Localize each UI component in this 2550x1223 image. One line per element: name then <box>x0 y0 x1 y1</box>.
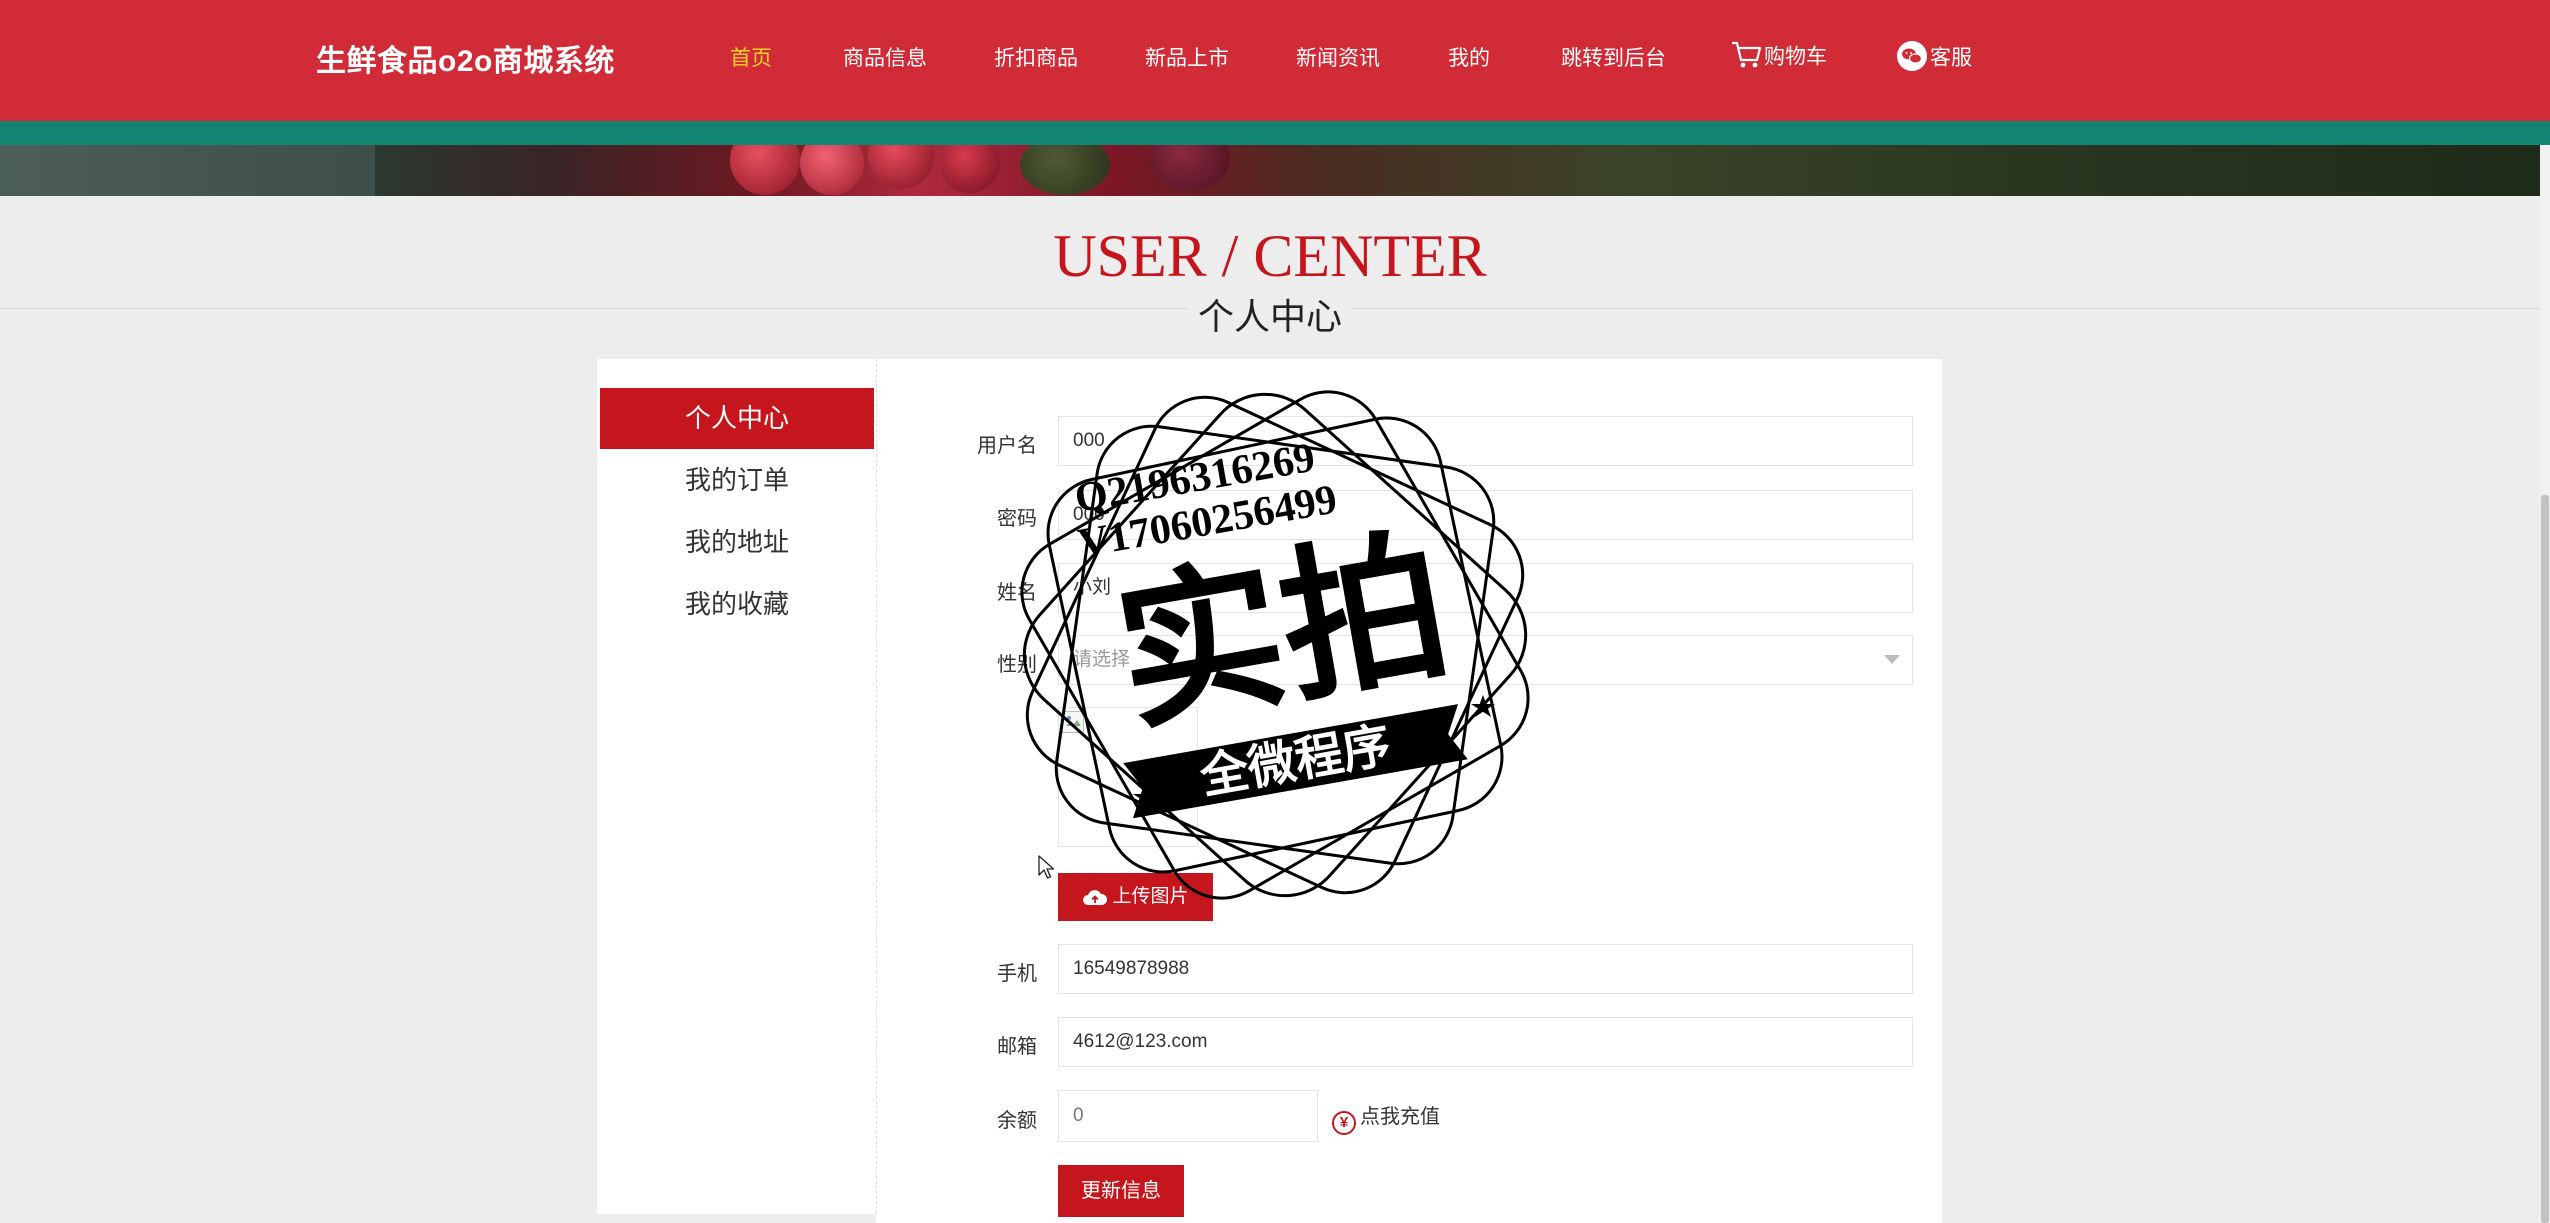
banner-left-photo <box>0 145 375 196</box>
site-brand[interactable]: 生鲜食品o2o商城系统 <box>316 36 615 80</box>
sidebar-item-orders[interactable]: 我的订单 <box>600 450 874 511</box>
recharge-label: 点我充值 <box>1360 1106 1440 1128</box>
banner-image <box>0 145 2540 196</box>
nav-news[interactable]: 新闻资讯 <box>1296 42 1380 72</box>
nav-cart[interactable]: 购物车 <box>1730 40 1827 76</box>
nav-service-label: 客服 <box>1930 46 1972 70</box>
page-title-cn: 个人中心 <box>0 288 2540 340</box>
user-sidebar: 个人中心 我的订单 我的地址 我的收藏 <box>597 359 877 1214</box>
nav-home[interactable]: 首页 <box>730 42 772 72</box>
top-navigation-bar: 生鲜食品o2o商城系统 首页 商品信息 折扣商品 新品上市 新闻资讯 我的 跳转… <box>0 0 2550 121</box>
nav-service[interactable]: 客服 <box>1896 40 1972 78</box>
recharge-link[interactable]: ¥ 点我充值 <box>1332 1100 1440 1135</box>
wechat-icon <box>1896 40 1928 78</box>
banner-berry <box>1150 145 1230 191</box>
header-accent-band <box>0 121 2550 145</box>
nav-discount[interactable]: 折扣商品 <box>994 42 1078 72</box>
nav-cart-label: 购物车 <box>1764 45 1827 69</box>
page-title-en: USER / CENTER <box>1053 223 1487 289</box>
panel-bottom-gap <box>597 1214 876 1223</box>
nav-mine[interactable]: 我的 <box>1448 42 1490 72</box>
nav-new-arrivals[interactable]: 新品上市 <box>1145 42 1229 72</box>
nav-admin[interactable]: 跳转到后台 <box>1561 42 1666 72</box>
banner-berry <box>730 145 800 195</box>
banner-berry <box>868 145 934 189</box>
yen-icon: ¥ <box>1332 1111 1356 1135</box>
cart-icon <box>1730 40 1762 76</box>
email-input[interactable]: 4612@123.com <box>1058 1017 1913 1067</box>
page-title-cn-text: 个人中心 <box>1187 296 1352 337</box>
watermark-stamp: Q2196316269 V17060256499 实拍 全微程序 <box>985 355 1565 935</box>
scrollbar-thumb[interactable] <box>2541 495 2549 1223</box>
update-info-button[interactable]: 更新信息 <box>1058 1165 1184 1217</box>
banner-berry <box>940 145 1000 193</box>
phone-label: 手机 <box>997 963 1037 985</box>
phone-input[interactable]: 16549878988 <box>1058 944 1913 994</box>
balance-label: 余额 <box>997 1110 1037 1132</box>
sidebar-item-favorites[interactable]: 我的收藏 <box>600 574 874 635</box>
sidebar-item-addresses[interactable]: 我的地址 <box>600 512 874 573</box>
banner-berry <box>800 145 864 195</box>
nav-products[interactable]: 商品信息 <box>843 42 927 72</box>
balance-input[interactable]: 0 <box>1058 1090 1318 1142</box>
chevron-down-icon <box>1884 655 1900 664</box>
banner-leaf <box>1020 145 1110 195</box>
email-label: 邮箱 <box>997 1036 1037 1058</box>
sidebar-item-user-center[interactable]: 个人中心 <box>600 388 874 449</box>
